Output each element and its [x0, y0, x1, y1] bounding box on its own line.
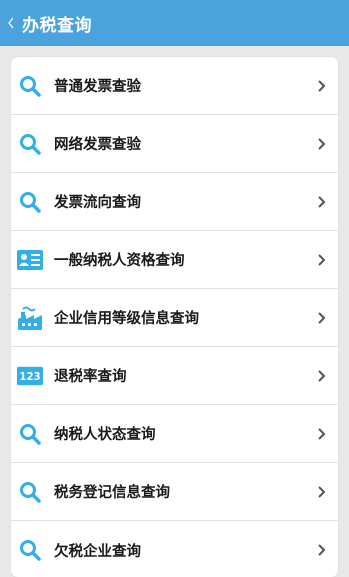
back-arrow-icon — [8, 17, 14, 29]
search-icon — [17, 421, 43, 447]
id-card-icon — [17, 247, 43, 273]
chevron-right-icon — [318, 253, 326, 266]
chevron-right-icon — [318, 79, 326, 92]
list-item-enterprise-credit-query[interactable]: 企业信用等级信息查询 — [11, 289, 338, 347]
search-icon — [17, 189, 43, 215]
list-item-label: 一般纳税人资格查询 — [54, 253, 185, 269]
chevron-right-icon — [318, 427, 326, 440]
chevron-right-icon — [318, 311, 326, 324]
query-list: 普通发票查验 网络发票查验 发票流向查询 一般纳税人资格查询 企业信用等级信息查… — [11, 57, 338, 577]
search-icon — [17, 479, 43, 505]
chevron-right-icon — [318, 195, 326, 208]
list-item-label: 网络发票查验 — [54, 137, 141, 153]
list-item-label: 退税率查询 — [54, 369, 127, 385]
list-item-label: 普通发票查验 — [54, 79, 141, 95]
list-item-label: 欠税企业查询 — [54, 543, 141, 560]
factory-icon — [17, 305, 43, 331]
123-icon: 123 — [17, 363, 43, 389]
search-icon — [17, 73, 43, 99]
list-item-tax-registration-query[interactable]: 税务登记信息查询 — [11, 463, 338, 521]
list-item-label: 企业信用等级信息查询 — [54, 311, 199, 327]
chevron-right-icon — [318, 544, 326, 556]
list-item-label: 纳税人状态查询 — [54, 427, 156, 443]
chevron-right-icon — [318, 369, 326, 382]
list-item-general-taxpayer-query[interactable]: 一般纳税人资格查询 — [11, 231, 338, 289]
list-item-ordinary-invoice-check[interactable]: 普通发票查验 — [11, 57, 338, 115]
list-item-tax-arrears-query[interactable]: 欠税企业查询 — [11, 521, 338, 577]
svg-text:123: 123 — [19, 372, 40, 383]
search-icon — [17, 131, 43, 157]
list-item-network-invoice-check[interactable]: 网络发票查验 — [11, 115, 338, 173]
app-header: 办税查询 — [0, 0, 349, 46]
page-title: 办税查询 — [22, 15, 92, 36]
list-item-label: 发票流向查询 — [54, 195, 141, 211]
search-icon — [17, 537, 43, 563]
list-item-invoice-flow-query[interactable]: 发票流向查询 — [11, 173, 338, 231]
list-item-tax-refund-rate-query[interactable]: 123 退税率查询 — [11, 347, 338, 405]
chevron-right-icon — [318, 137, 326, 150]
list-item-label: 税务登记信息查询 — [54, 485, 170, 501]
back-button[interactable] — [0, 0, 22, 46]
list-item-taxpayer-status-query[interactable]: 纳税人状态查询 — [11, 405, 338, 463]
chevron-right-icon — [318, 485, 326, 498]
